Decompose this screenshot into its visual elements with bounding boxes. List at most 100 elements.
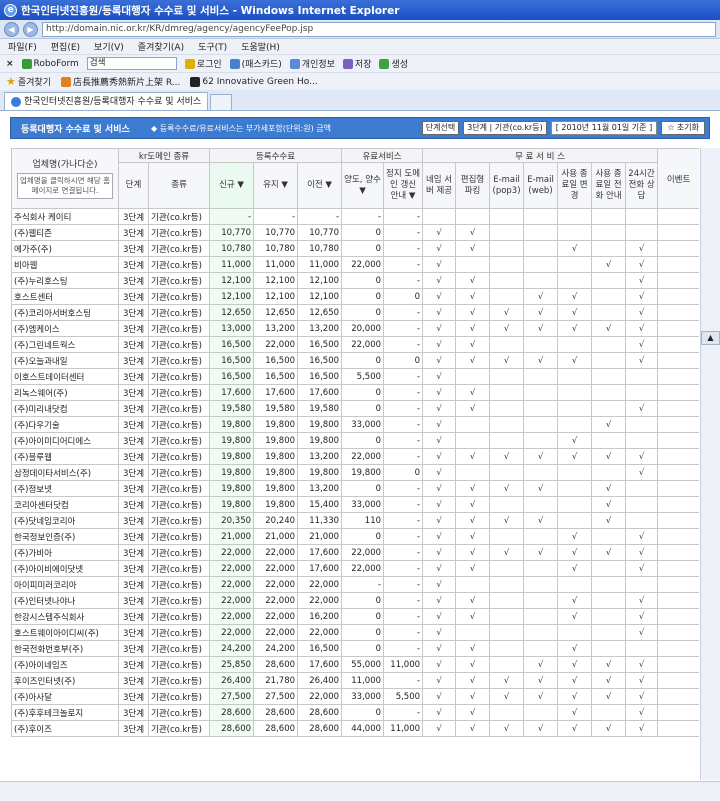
- company-link[interactable]: (주)아이비에이닷넷: [11, 560, 119, 577]
- company-link[interactable]: (주)웹티즌: [11, 224, 119, 241]
- menu-favorites[interactable]: 즐겨찾기(A): [138, 40, 184, 53]
- company-link[interactable]: (주)아이네임즈: [11, 656, 119, 673]
- transfer-fee-cell: 10,770: [297, 224, 343, 241]
- company-link[interactable]: (주)그린네트웍스: [11, 336, 119, 353]
- company-link[interactable]: (주)정보넷: [11, 480, 119, 497]
- close-toolbar-icon[interactable]: ×: [6, 59, 14, 69]
- company-link[interactable]: 이호스트데이터센터: [11, 368, 119, 385]
- stage-select-button[interactable]: 단계선택: [421, 121, 460, 135]
- company-link[interactable]: (주)엠케이스: [11, 320, 119, 337]
- table-row: 호스트센터 3단계 기관(co.kr등) 12,100 12,100 12,100 0 0 √ √…: [11, 288, 699, 305]
- assign-fee-cell: 0: [341, 432, 385, 449]
- company-link[interactable]: 코리아센터닷컴: [11, 496, 119, 513]
- company-link[interactable]: 아이피미러코리아: [11, 576, 119, 593]
- company-link[interactable]: 한국전화번호부(주): [11, 640, 119, 657]
- company-link[interactable]: (주)후이즈: [11, 720, 119, 737]
- email-web-cell: [523, 560, 559, 577]
- company-link[interactable]: 후이즈인터넷(주): [11, 672, 119, 689]
- company-link[interactable]: 삼정데이타서비스(주): [11, 464, 119, 481]
- stage-cell: 3단계: [118, 240, 149, 257]
- page-header: 등록대행자 수수료 및 서비스 ◆ 등록수수료/유료서비스는 부가세포함(단위:…: [10, 117, 710, 139]
- company-link[interactable]: (주)아이미디어디에스: [11, 432, 119, 449]
- support24-cell: √: [625, 464, 659, 481]
- kind-header: 종류: [147, 162, 211, 209]
- new-fee-cell: -: [209, 208, 255, 225]
- stage-cell: 3단계: [118, 368, 149, 385]
- scrollbar[interactable]: ▲: [700, 148, 720, 780]
- sort-assign-header[interactable]: 양도, 양수 ▼: [341, 162, 385, 209]
- scroll-up-icon[interactable]: ▲: [701, 331, 720, 345]
- menu-tools[interactable]: 도구(T): [198, 40, 227, 53]
- stage-cell: 3단계: [118, 608, 149, 625]
- login-button[interactable]: 로그인: [184, 57, 222, 70]
- company-link[interactable]: (주)블루웹: [11, 448, 119, 465]
- url-field[interactable]: http://domain.nic.or.kr/KR/dmreg/agency/…: [42, 21, 716, 37]
- company-link[interactable]: (주)오늘과내일: [11, 352, 119, 369]
- passcard-button[interactable]: (패스카드): [229, 57, 282, 70]
- menu-help[interactable]: 도움말(H): [241, 40, 280, 53]
- sort-keep-header[interactable]: 유지 ▼: [253, 162, 299, 209]
- parking-fee-cell: -: [383, 272, 424, 289]
- keep-fee-cell: 12,100: [253, 288, 299, 305]
- favorites-button[interactable]: ★ 즐겨찾기: [6, 75, 51, 88]
- company-link[interactable]: 호스트센터: [11, 288, 119, 305]
- roboform-button[interactable]: RoboForm: [21, 58, 79, 69]
- company-link[interactable]: (주)미리내닷컴: [11, 400, 119, 417]
- edit-parking-cell: √: [455, 480, 491, 497]
- sort-transfer-header[interactable]: 이전 ▼: [297, 162, 343, 209]
- search-input[interactable]: 검색: [86, 57, 177, 70]
- email-web-cell: [523, 272, 559, 289]
- favorite-item-2[interactable]: 62 Innovative Green Ho...: [190, 76, 318, 87]
- company-link[interactable]: 비아웹: [11, 256, 119, 273]
- company-link[interactable]: (주)후후테크놀로지: [11, 704, 119, 721]
- kind-cell: 기관(co.kr등): [147, 240, 211, 257]
- company-link[interactable]: 주식회사 케이티: [11, 208, 119, 225]
- favorite-item-1[interactable]: 店長推薦秀熱新片上架 R...: [61, 75, 180, 88]
- company-link[interactable]: (주)닷네임코리아: [11, 512, 119, 529]
- company-link[interactable]: (주)누리호스팅: [11, 272, 119, 289]
- tab-active[interactable]: 한국인터넷진흥원/등록대행자 수수료 및 서비스: [4, 92, 209, 110]
- company-link[interactable]: (주)코리아서버호스팅: [11, 304, 119, 321]
- company-link[interactable]: (주)아사달: [11, 688, 119, 705]
- parking-fee-cell: -: [383, 592, 424, 609]
- company-link[interactable]: 호스트웨이아이디씨(주): [11, 624, 119, 641]
- name-server-cell: √: [422, 672, 457, 689]
- company-link[interactable]: 한강시스템주식회사: [11, 608, 119, 625]
- company-link[interactable]: (주)다우기술: [11, 416, 119, 433]
- parking-fee-cell: -: [383, 416, 424, 433]
- sort-parking-header[interactable]: 정지 도메인 갱신 안내 ▼: [383, 162, 424, 209]
- new-fee-cell: 22,000: [209, 624, 255, 641]
- menu-view[interactable]: 보기(V): [94, 40, 124, 53]
- company-link[interactable]: (주)인터넷나야나: [11, 592, 119, 609]
- type-select[interactable]: 3단계 | 기관(co.kr등): [463, 121, 547, 135]
- sort-new-header[interactable]: 신규 ▼: [209, 162, 255, 209]
- forward-icon[interactable]: ▶: [23, 21, 38, 37]
- table-body: 주식회사 케이티 3단계 기관(co.kr등) - - - - - (주)웹티즌 3단계 기관(co…: [11, 208, 699, 737]
- support24-cell: [625, 384, 659, 401]
- personal-info-button[interactable]: 개인정보: [289, 57, 335, 70]
- email-web-cell: [523, 416, 559, 433]
- parking-fee-cell: -: [383, 704, 424, 721]
- reset-button[interactable]: ☆ 초기화: [661, 121, 705, 135]
- email-pop3-cell: √: [489, 512, 525, 529]
- menu-file[interactable]: 파일(F): [8, 40, 37, 53]
- support24-cell: [625, 496, 659, 513]
- kind-cell: 기관(co.kr등): [147, 576, 211, 593]
- new-fee-cell: 17,600: [209, 384, 255, 401]
- company-link[interactable]: (주)가비아: [11, 544, 119, 561]
- name-server-cell: √: [422, 592, 457, 609]
- new-tab-button[interactable]: [210, 94, 233, 110]
- save-button[interactable]: 저장: [342, 57, 371, 70]
- expiry-phone-cell: [591, 368, 627, 385]
- back-icon[interactable]: ◀: [4, 21, 19, 37]
- company-link[interactable]: 에가주(주): [11, 240, 119, 257]
- event-cell: [657, 624, 699, 641]
- expiry-phone-cell: [591, 288, 627, 305]
- expiry-phone-cell: √: [591, 688, 627, 705]
- menu-edit[interactable]: 편집(E): [51, 40, 80, 53]
- generate-button[interactable]: 생성: [379, 57, 408, 70]
- company-link[interactable]: 리녹스웨어(주): [11, 384, 119, 401]
- table-row: (주)블루웹 3단계 기관(co.kr등) 19,800 19,800 13,200 22,…: [11, 448, 699, 465]
- company-link[interactable]: 한국정보인증(주): [11, 528, 119, 545]
- parking-fee-cell: 5,500: [383, 688, 424, 705]
